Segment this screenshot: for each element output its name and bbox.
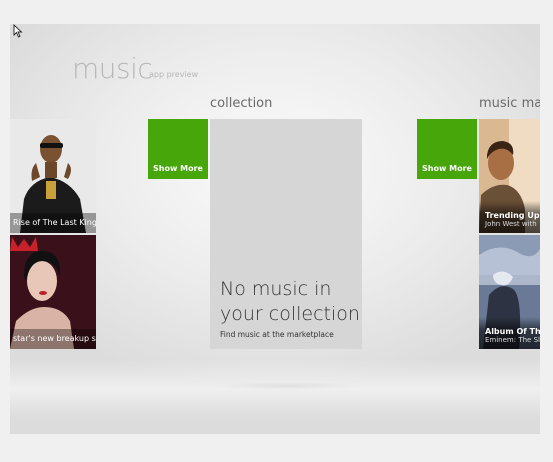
trending-subtitle: John West with <box>485 220 537 228</box>
show-more-button-marketplace[interactable]: Show More <box>417 119 477 179</box>
app-subtitle: app preview <box>149 70 199 79</box>
album-subtitle: Eminem: The Sli <box>485 336 540 344</box>
collection-shadow <box>214 382 360 390</box>
show-more-button-spotlight[interactable]: Show More <box>148 119 208 179</box>
album-title: Album Of The <box>485 327 540 336</box>
trending-title: Trending Up <box>485 211 540 220</box>
find-music-link[interactable]: Find music at the marketplace <box>220 330 334 339</box>
collection-empty-panel[interactable]: No music in your collection Find music a… <box>210 119 362 349</box>
artist-tile-2[interactable]: star's new breakup si... <box>10 235 96 349</box>
artist-caption-1: Rise of The Last King <box>10 213 96 233</box>
trending-caption: Trending Up John West with <box>479 201 540 233</box>
empty-collection-message: No music in your collection <box>220 278 360 325</box>
mouse-pointer-icon <box>13 24 23 38</box>
artist-caption-2: star's new breakup si... <box>10 329 96 349</box>
marketplace-tile-album[interactable]: Album Of The Eminem: The Sli <box>479 235 540 349</box>
app-title: music <box>72 52 153 85</box>
marketplace-tile-trending[interactable]: Trending Up John West with <box>479 119 540 233</box>
section-heading-collection[interactable]: collection <box>210 96 272 111</box>
show-more-label: Show More <box>422 164 472 173</box>
show-more-label: Show More <box>153 164 203 173</box>
album-caption: Album Of The Eminem: The Sli <box>479 317 540 349</box>
app-window: music app preview Rise of The Last King … <box>10 24 540 434</box>
section-heading-marketplace[interactable]: music mar <box>479 96 540 111</box>
artist-tile-1[interactable]: Rise of The Last King <box>10 119 96 233</box>
